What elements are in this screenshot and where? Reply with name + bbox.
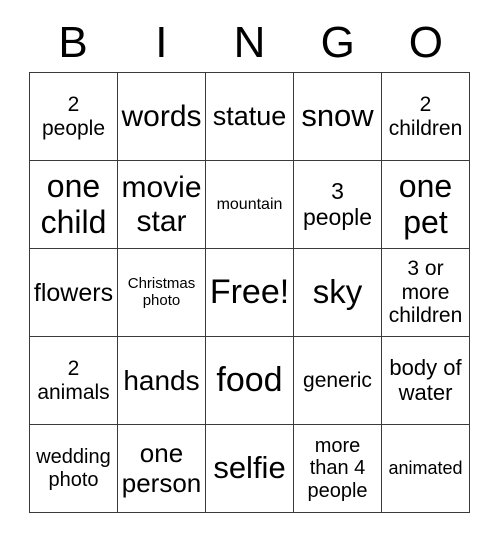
bingo-header-letter-o: O (408, 18, 444, 67)
bingo-cell-label: body of water (389, 354, 462, 405)
bingo-header-letter-i: I (155, 18, 168, 67)
bingo-grid: 2 people words statue snow 2 children one chi… (29, 72, 470, 513)
bingo-cell-label: 3 people (302, 177, 373, 230)
bingo-cell-r1c1[interactable]: 2 people (30, 73, 118, 161)
bingo-cell-r1c4[interactable]: snow (294, 73, 382, 161)
bingo-header-letter-b: B (58, 18, 88, 67)
bingo-cell-label: 2 animals (37, 356, 110, 404)
bingo-cell-label: hands (123, 364, 200, 396)
bingo-cell-label: mountain (216, 195, 283, 213)
bingo-cell-label: 3 or more children (388, 257, 463, 328)
bingo-cell-label: Free! (209, 273, 290, 312)
bingo-cell-r4c4[interactable]: generic (294, 337, 382, 425)
bingo-cell-label: selfie (213, 450, 286, 486)
bingo-cell-label: flowers (33, 278, 114, 307)
bingo-cell-label: wedding photo (36, 446, 111, 491)
bingo-cell-label: statue (212, 101, 287, 132)
bingo-cell-r5c4[interactable]: more than 4 people (294, 425, 382, 513)
bingo-cell-label: food (216, 361, 283, 400)
bingo-cell-r5c5[interactable]: animated (382, 425, 470, 513)
bingo-cell-r3c4[interactable]: sky (294, 249, 382, 337)
bingo-cell-label: 2 people (41, 92, 106, 140)
bingo-cell-r5c3[interactable]: selfie (206, 425, 294, 513)
bingo-cell-label: sky (312, 273, 363, 311)
bingo-cell-r3c1[interactable]: flowers (30, 249, 118, 337)
bingo-cell-label: animated (388, 458, 463, 479)
bingo-cell-label: one person (121, 438, 202, 498)
bingo-cell-r5c1[interactable]: wedding photo (30, 425, 118, 513)
bingo-header-row: BINGO (29, 14, 470, 72)
bingo-cell-r2c3[interactable]: mountain (206, 161, 294, 249)
bingo-cell-label: one pet (398, 167, 453, 240)
bingo-cell-r3c3[interactable]: Free! (206, 249, 294, 337)
bingo-cell-r1c5[interactable]: 2 children (382, 73, 470, 161)
bingo-cell-r5c2[interactable]: one person (118, 425, 206, 513)
bingo-cell-label: generic (303, 368, 372, 392)
bingo-cell-r3c5[interactable]: 3 or more children (382, 249, 470, 337)
bingo-cell-r4c3[interactable]: food (206, 337, 294, 425)
bingo-cell-label: words (121, 99, 202, 133)
bingo-cell-r4c2[interactable]: hands (118, 337, 206, 425)
bingo-card: B I N G O 2 people words statue snow 2 children o… (0, 0, 500, 544)
bingo-cell-label: one child (40, 167, 107, 240)
bingo-header-letter-n: N (233, 18, 266, 67)
bingo-cell-r1c2[interactable]: words (118, 73, 206, 161)
bingo-cell-label: more than 4 people (307, 434, 368, 502)
bingo-cell-label: Christmas photo (127, 274, 196, 309)
bingo-cell-label: movie star (121, 170, 202, 238)
bingo-header-letter-g: G (320, 18, 355, 67)
bingo-cell-r2c4[interactable]: 3 people (294, 161, 382, 249)
bingo-cell-r2c5[interactable]: one pet (382, 161, 470, 249)
bingo-cell-r3c2[interactable]: Christmas photo (118, 249, 206, 337)
bingo-cell-r4c1[interactable]: 2 animals (30, 337, 118, 425)
bingo-cell-r1c3[interactable]: statue (206, 73, 294, 161)
bingo-cell-label: snow (301, 98, 374, 134)
bingo-cell-r2c2[interactable]: movie star (118, 161, 206, 249)
bingo-cell-r4c5[interactable]: body of water (382, 337, 470, 425)
bingo-cell-label: 2 children (388, 92, 463, 140)
bingo-cell-r2c1[interactable]: one child (30, 161, 118, 249)
